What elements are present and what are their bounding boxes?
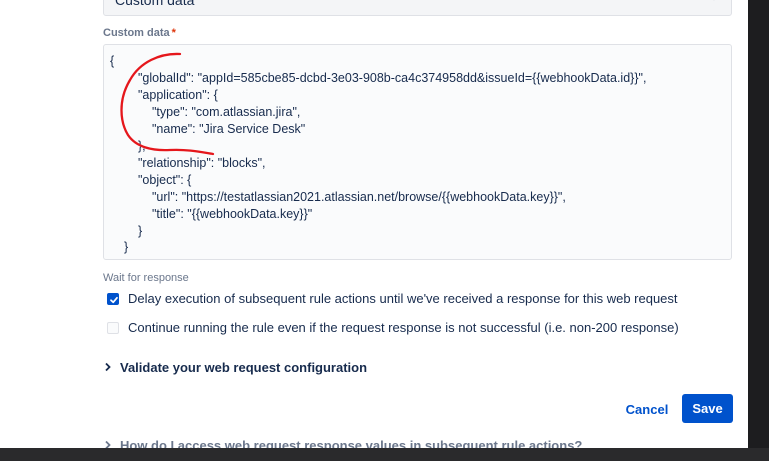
code-line: "url": "https://testatlassian2021.atlass… — [152, 190, 566, 204]
custom-data-label: Custom data * — [103, 27, 176, 39]
code-line: "type": "com.atlassian.jira", — [152, 105, 301, 119]
code-line: "application": { — [138, 88, 218, 102]
code-line: } — [138, 224, 143, 238]
code-line: "title": "{{webhookData.key}}" — [152, 207, 313, 221]
custom-data-textarea[interactable]: { "globalId": "appId=585cbe85-dcbd-3e03-… — [103, 44, 732, 260]
cancel-button[interactable]: Cancel — [620, 395, 674, 423]
background-strip — [0, 448, 769, 461]
delay-execution-checkbox[interactable] — [107, 293, 119, 305]
chevron-right-icon — [105, 440, 111, 448]
delay-execution-label[interactable]: Delay execution of subsequent rule actio… — [128, 291, 678, 306]
help-expander-label: How do I access web request response val… — [120, 437, 583, 449]
validate-config-expander[interactable]: Validate your web request configuration — [104, 359, 367, 375]
code-line: } — [124, 240, 129, 254]
code-line: }, — [138, 139, 146, 153]
continue-running-checkbox[interactable] — [107, 322, 119, 334]
continue-running-label[interactable]: Continue running the rule even if the re… — [128, 320, 679, 335]
code-line: "name": "Jira Service Desk" — [152, 122, 306, 136]
chevron-right-icon — [105, 362, 111, 372]
checkmark-icon — [110, 296, 118, 304]
data-type-select[interactable]: Custom data — [103, 0, 732, 16]
help-expander[interactable]: How do I access web request response val… — [104, 437, 582, 448]
code-line: { — [110, 54, 115, 68]
wait-for-response-label: Wait for response — [103, 272, 189, 284]
save-button[interactable]: Save — [682, 394, 733, 423]
required-marker: * — [171, 27, 176, 39]
web-request-panel: Custom data Custom data * { "globalId": "… — [0, 0, 748, 448]
custom-data-label-text: Custom data — [103, 27, 170, 39]
chevron-down-icon — [713, 0, 715, 1]
background-strip — [748, 0, 769, 448]
code-line: "object": { — [138, 173, 192, 187]
code-line: "relationship": "blocks", — [138, 156, 266, 170]
validate-config-label: Validate your web request configuration — [120, 359, 368, 375]
data-type-select-value: Custom data — [115, 0, 195, 8]
code-line: "globalId": "appId=585cbe85-dcbd-3e03-90… — [138, 71, 647, 85]
